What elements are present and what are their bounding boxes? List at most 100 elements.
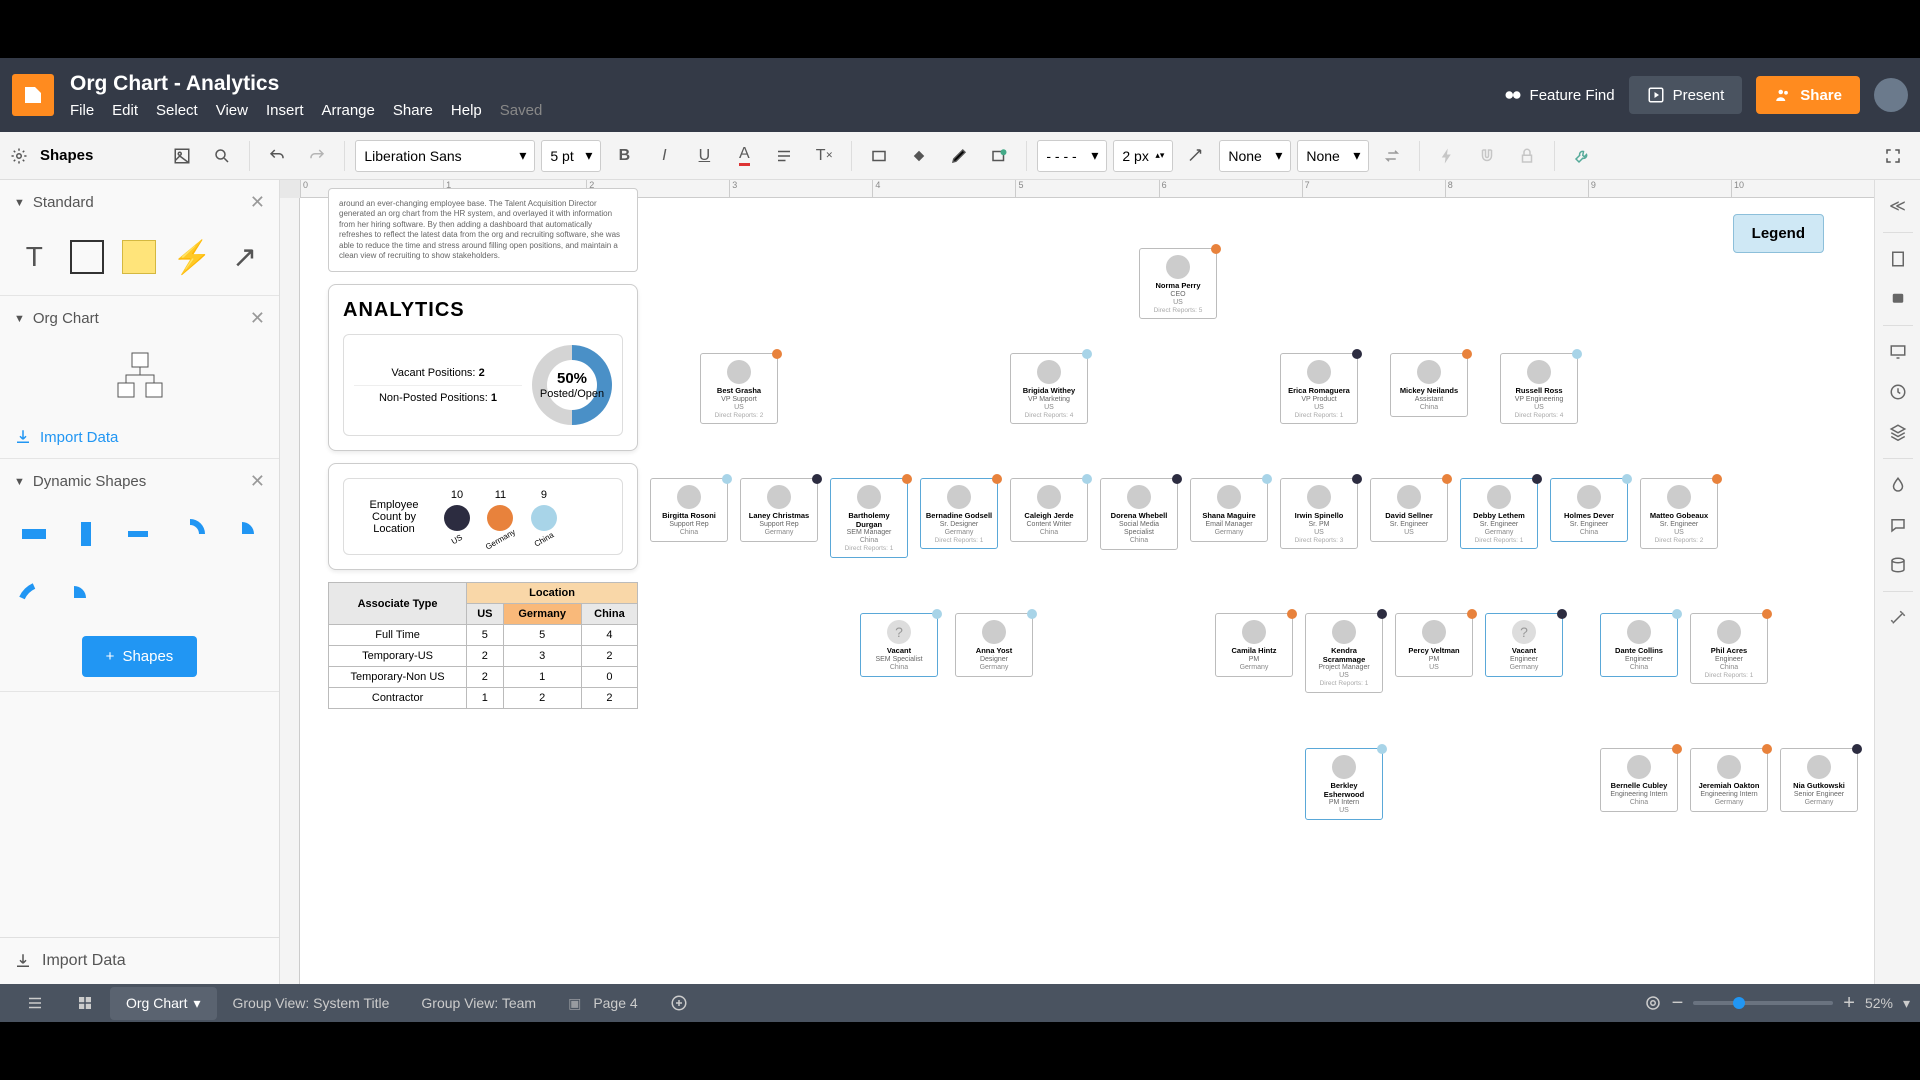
org-node[interactable]: ?VacantEngineerGermany	[1485, 613, 1563, 677]
location-table[interactable]: Associate TypeLocation USGermanyChina Fu…	[328, 582, 638, 709]
close-icon[interactable]: ✕	[250, 308, 265, 329]
org-node[interactable]: Brigida WitheyVP MarketingUSDirect Repor…	[1010, 353, 1088, 424]
donut-chart[interactable]: 50%Posted/Open	[532, 345, 612, 425]
org-node[interactable]: Caleigh JerdeContent WriterChina	[1010, 478, 1088, 542]
note-shape[interactable]	[119, 235, 160, 279]
close-icon[interactable]: ✕	[250, 192, 265, 213]
comments-panel-button[interactable]	[1880, 281, 1916, 317]
dynamic-section-header[interactable]: ▼ Dynamic Shapes ✕	[0, 459, 279, 504]
bolt-shape[interactable]: ⚡	[172, 235, 213, 279]
org-node[interactable]: Nia GutkowskiSenior EngineerGermany	[1780, 748, 1858, 812]
line-style-select[interactable]: - - - -▾	[1037, 140, 1107, 172]
org-node[interactable]: Phil AcresEngineerChinaDirect Reports: 1	[1690, 613, 1768, 684]
org-node[interactable]: Camila HintzPMGermany	[1215, 613, 1293, 677]
arrow-shape[interactable]: ↗	[224, 235, 265, 279]
node-ceo[interactable]: Norma Perry CEO US Direct Reports: 5	[1139, 248, 1217, 319]
menu-insert[interactable]: Insert	[266, 102, 304, 119]
font-select[interactable]: Liberation Sans▾	[355, 140, 535, 172]
import-data-link[interactable]: Import Data	[0, 416, 279, 458]
search-button[interactable]	[205, 139, 239, 173]
add-shapes-button[interactable]: + Shapes	[82, 636, 198, 677]
chat-button[interactable]	[1880, 507, 1916, 543]
shapes-label[interactable]: Shapes	[40, 147, 93, 164]
zoom-slider[interactable]	[1693, 1001, 1833, 1005]
redo-button[interactable]	[300, 139, 334, 173]
fullscreen-button[interactable]	[1876, 139, 1910, 173]
tab-groupview-team[interactable]: Group View: Team	[405, 987, 552, 1019]
arc-shape[interactable]	[170, 514, 210, 554]
pie-shape[interactable]	[222, 514, 262, 554]
line-type-button[interactable]	[1179, 139, 1213, 173]
line-color-button[interactable]	[942, 139, 976, 173]
arrow-end-select[interactable]: None▾	[1297, 140, 1369, 172]
image-button[interactable]	[165, 139, 199, 173]
vacancy-metrics[interactable]: Vacant Positions: 2 Non-Posted Positions…	[343, 334, 623, 436]
text-color-button[interactable]: A	[727, 139, 761, 173]
add-page-button[interactable]	[654, 986, 704, 1020]
org-node[interactable]: ?VacantSEM SpecialistChina	[860, 613, 938, 677]
employee-location-chart[interactable]: Employee Count by Location 10US11Germany…	[343, 478, 623, 555]
org-node[interactable]: Irwin SpinelloSr. PMUSDirect Reports: 3	[1280, 478, 1358, 549]
target-icon[interactable]	[1644, 994, 1662, 1012]
text-options-button[interactable]: T✕	[807, 139, 841, 173]
menu-select[interactable]: Select	[156, 102, 198, 119]
magnet-button[interactable]	[1470, 139, 1504, 173]
org-node[interactable]: Best GrashaVP SupportUSDirect Reports: 2	[700, 353, 778, 424]
legend-button[interactable]: Legend	[1733, 214, 1824, 253]
org-node[interactable]: Holmes DeverSr. EngineerChina	[1550, 478, 1628, 542]
zoom-in-button[interactable]: +	[1843, 992, 1855, 1015]
share-button[interactable]: Share	[1756, 76, 1860, 114]
org-node[interactable]: Matteo GobeauxSr. EngineerUSDirect Repor…	[1640, 478, 1718, 549]
org-node[interactable]: Shana MaguireEmail ManagerGermany	[1190, 478, 1268, 542]
underline-button[interactable]: U	[687, 139, 721, 173]
feature-find-button[interactable]: Feature Find	[1504, 86, 1615, 104]
swap-arrows-button[interactable]	[1375, 139, 1409, 173]
tab-groupview-system[interactable]: Group View: System Title	[217, 987, 406, 1019]
menu-help[interactable]: Help	[451, 102, 482, 119]
bold-button[interactable]: B	[607, 139, 641, 173]
orgchart-section-header[interactable]: ▼ Org Chart ✕	[0, 296, 279, 341]
org-node[interactable]: Dante CollinsEngineerChina	[1600, 613, 1678, 677]
org-node[interactable]: Bernelle CubleyEngineering InternChina	[1600, 748, 1678, 812]
description-box[interactable]: around an ever-changing employee base. T…	[328, 188, 638, 272]
menu-share[interactable]: Share	[393, 102, 433, 119]
app-logo[interactable]	[12, 74, 54, 116]
database-button[interactable]	[1880, 547, 1916, 583]
magic-button[interactable]	[1880, 600, 1916, 636]
close-icon[interactable]: ✕	[250, 471, 265, 492]
import-data-bottom[interactable]: Import Data	[0, 937, 279, 984]
arc2-shape[interactable]	[14, 566, 54, 606]
org-node[interactable]: Anna YostDesignerGermany	[955, 613, 1033, 677]
org-node[interactable]: Bartholemy DurganSEM ManagerChinaDirect …	[830, 478, 908, 558]
page-button[interactable]	[1880, 241, 1916, 277]
view-grid-button[interactable]	[60, 986, 110, 1020]
org-node[interactable]: Laney ChristmasSupport RepGermany	[740, 478, 818, 542]
org-node[interactable]: Kendra ScrammageProject ManagerUSDirect …	[1305, 613, 1383, 693]
text-shape[interactable]: T	[14, 235, 55, 279]
tab-orgchart[interactable]: Org Chart ▾	[110, 987, 217, 1020]
square-shape[interactable]	[67, 235, 108, 279]
shape-options-button[interactable]	[982, 139, 1016, 173]
org-node[interactable]: Mickey NeilandsAssistantChina	[1390, 353, 1468, 417]
menu-edit[interactable]: Edit	[112, 102, 138, 119]
bar-vert-shape[interactable]	[66, 514, 106, 554]
user-avatar[interactable]	[1874, 78, 1908, 112]
org-node[interactable]: Berkley EsherwoodPM InternUS	[1305, 748, 1383, 820]
org-node[interactable]: David SellnerSr. EngineerUS	[1370, 478, 1448, 542]
history-button[interactable]	[1880, 374, 1916, 410]
present-panel-button[interactable]	[1880, 334, 1916, 370]
fill-button[interactable]	[902, 139, 936, 173]
lock-button[interactable]	[1510, 139, 1544, 173]
action-button[interactable]	[1430, 139, 1464, 173]
org-node[interactable]: Birgitta RosoniSupport RepChina	[650, 478, 728, 542]
italic-button[interactable]: I	[647, 139, 681, 173]
collapse-rail-button[interactable]: ≪	[1880, 188, 1916, 224]
org-node[interactable]: Erica RomagueraVP ProductUSDirect Report…	[1280, 353, 1358, 424]
zoom-value[interactable]: 52%	[1865, 995, 1893, 1011]
menu-view[interactable]: View	[216, 102, 248, 119]
zoom-out-button[interactable]: −	[1672, 992, 1684, 1015]
layers-button[interactable]	[1880, 414, 1916, 450]
standard-section-header[interactable]: ▼ Standard ✕	[0, 180, 279, 225]
data-button[interactable]	[1880, 467, 1916, 503]
document-title[interactable]: Org Chart - Analytics	[70, 72, 1504, 96]
